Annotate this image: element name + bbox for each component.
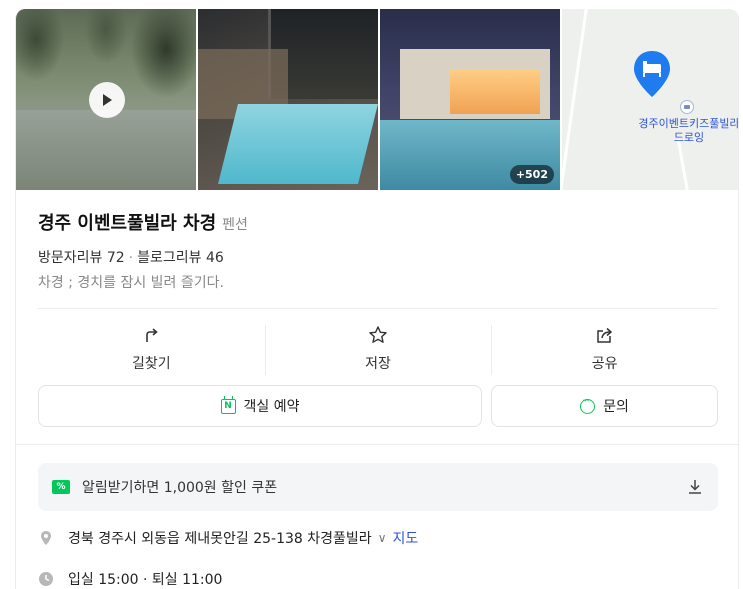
coupon-banner[interactable]: % 알림받기하면 1,000원 할인 쿠폰 — [38, 463, 718, 511]
directions-icon — [146, 328, 159, 342]
chat-icon — [580, 396, 596, 414]
map-link[interactable]: 지도 — [392, 528, 418, 548]
pool-image — [218, 104, 378, 184]
address-text: 경북 경주시 외동읍 제내못안길 25-138 차경풀빌라 — [68, 531, 372, 547]
visitor-review-link[interactable]: 방문자리뷰 72 — [38, 250, 125, 266]
location-pin-icon — [41, 531, 51, 545]
place-tagline: 차경 ; 경치를 잠시 빌려 즐기다. — [38, 275, 224, 291]
photo-pool-day[interactable] — [198, 9, 378, 190]
naver-calendar-icon: N — [220, 395, 236, 414]
place-name: 경주 이벤트풀빌라 차경 — [38, 213, 217, 234]
lit-window-image — [450, 69, 540, 114]
separator-dot: · — [128, 250, 134, 266]
map-road — [562, 9, 588, 190]
download-icon[interactable] — [686, 478, 704, 496]
inquiry-button[interactable]: 문의 — [491, 385, 718, 427]
water-image — [16, 110, 196, 190]
reserve-label: 객실 예약 — [243, 399, 300, 415]
share-label: 공유 — [591, 356, 618, 372]
place-category: 펜션 — [222, 217, 248, 233]
divider — [38, 308, 718, 309]
address-row: 경북 경주시 외동읍 제내못안길 25-138 차경풀빌라 ∨ 지도 — [38, 528, 418, 548]
star-icon — [369, 326, 387, 343]
photo-strip: +502 경주이벤트키즈풀빌라 드로잉 — [16, 9, 739, 190]
review-counts: 방문자리뷰 72 · 블로그리뷰 46 — [38, 247, 224, 267]
directions-button[interactable]: 길찾기 — [38, 319, 265, 379]
reserve-room-button[interactable]: N 객실 예약 — [38, 385, 482, 427]
play-icon[interactable] — [89, 82, 125, 118]
blog-review-link[interactable]: 블로그리뷰 46 — [137, 250, 224, 266]
hours-row: 입실 15:00 · 퇴실 11:00 — [38, 569, 222, 589]
share-button[interactable]: 공유 — [491, 319, 718, 379]
place-card: +502 경주이벤트키즈풀빌라 드로잉 경주 이벤트풀빌라 차경 펜션 방문자리… — [15, 9, 739, 589]
clock-icon — [39, 572, 53, 586]
action-bar: 길찾기 저장 공유 — [38, 319, 718, 379]
video-thumbnail[interactable] — [16, 9, 196, 190]
map-pin-icon — [634, 51, 670, 97]
chevron-down-icon[interactable]: ∨ — [378, 531, 387, 545]
checkin-checkout-text: 입실 15:00 · 퇴실 11:00 — [68, 572, 223, 588]
map-place-label: 경주이벤트키즈풀빌라 드로잉 — [638, 117, 739, 144]
section-divider — [16, 444, 738, 445]
save-button[interactable]: 저장 — [264, 319, 492, 379]
inquiry-label: 문의 — [603, 399, 629, 415]
map-road — [676, 139, 691, 190]
share-icon — [596, 327, 612, 343]
map-thumbnail[interactable]: 경주이벤트키즈풀빌라 드로잉 — [562, 9, 739, 190]
lodging-marker-icon — [680, 100, 694, 114]
photo-pool-night[interactable]: +502 — [380, 9, 560, 190]
save-label: 저장 — [365, 356, 391, 372]
directions-label: 길찾기 — [132, 356, 171, 372]
more-photos-badge[interactable]: +502 — [509, 165, 554, 184]
coupon-icon: % — [52, 480, 70, 494]
title-row: 경주 이벤트풀빌라 차경 펜션 — [38, 209, 248, 235]
coupon-text: 알림받기하면 1,000원 할인 쿠폰 — [82, 480, 278, 496]
